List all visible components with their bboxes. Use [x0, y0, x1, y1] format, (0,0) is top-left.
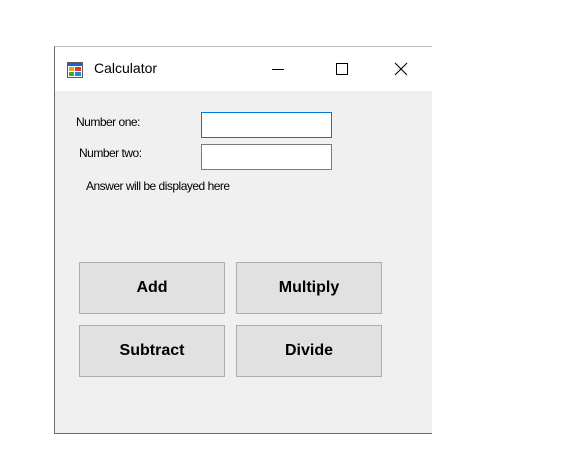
minimize-button[interactable] [255, 47, 301, 91]
subtract-button[interactable]: Subtract [79, 325, 225, 377]
answer-label: Answer will be displayed here [86, 179, 230, 193]
maximize-icon [336, 63, 348, 75]
screen: Calculator Number one: Number two: Answe [0, 0, 566, 455]
multiply-button[interactable]: Multiply [236, 262, 382, 314]
minimize-icon [272, 63, 284, 75]
title-bar[interactable]: Calculator [55, 47, 432, 91]
close-icon [394, 62, 408, 76]
window-title: Calculator [94, 60, 158, 76]
add-button[interactable]: Add [79, 262, 225, 314]
number-two-input[interactable] [201, 144, 332, 170]
calculator-window: Calculator Number one: Number two: Answe [54, 46, 432, 434]
close-button[interactable] [378, 47, 424, 91]
divide-button[interactable]: Divide [236, 325, 382, 377]
number-one-input[interactable] [201, 112, 332, 138]
windows-form-icon [67, 62, 83, 78]
number-two-label: Number two: [79, 146, 142, 160]
maximize-button[interactable] [319, 47, 365, 91]
number-one-label: Number one: [76, 115, 140, 129]
